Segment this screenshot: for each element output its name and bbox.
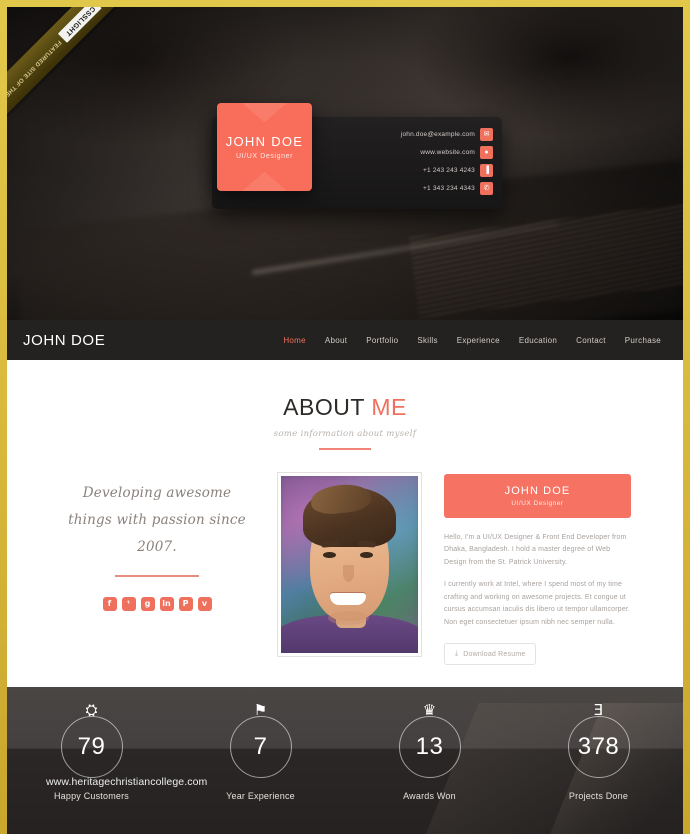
- counter-projects-done: Ǝ 378 Projects Done: [514, 687, 683, 834]
- download-icon: ⤓: [455, 650, 459, 658]
- card-contact-row: +1 343 234 4343 ✆: [401, 181, 493, 196]
- counters-row: ⛭ 79 Happy Customers ⚑ 7 Year Experience…: [7, 687, 683, 834]
- counter-label: Projects Done: [568, 791, 629, 801]
- about-columns: Developing awesome things with passion s…: [7, 472, 683, 666]
- nav-item-contact[interactable]: Contact: [576, 336, 606, 345]
- site-brand[interactable]: JOHN DOE: [23, 332, 105, 349]
- card-website-text: www.website.com: [420, 149, 475, 156]
- photo-nose: [342, 564, 354, 583]
- name-banner-name: JOHN DOE: [504, 485, 571, 497]
- nav-item-about[interactable]: About: [325, 336, 347, 345]
- nav-menu: Home About Portfolio Skills Experience E…: [283, 336, 667, 345]
- name-banner-role: UI/UX Designer: [511, 500, 564, 507]
- section-divider: [319, 448, 371, 450]
- card-contact-row: john.doe@example.com ✉: [401, 127, 493, 142]
- twitter-icon[interactable]: ᵗ: [121, 597, 136, 611]
- nav-item-home[interactable]: Home: [283, 336, 306, 345]
- card-mobile-text: +1 243 243 4243: [423, 167, 475, 174]
- envelope-icon: ✉: [480, 128, 493, 141]
- main-navbar: JOHN DOE Home About Portfolio Skills Exp…: [7, 320, 683, 360]
- about-tagline: Developing awesome things with passion s…: [68, 485, 246, 555]
- counter-value: 13: [415, 733, 444, 760]
- counter-value: 79: [77, 733, 106, 760]
- download-resume-label: Download Resume: [463, 650, 526, 658]
- counter-awards-won: ♛ 13 Awards Won: [345, 687, 514, 834]
- bio-paragraph-1: Hello, I'm a UI/UX Designer & Front End …: [444, 534, 627, 566]
- about-section: ABOUT ME some information about myself D…: [7, 360, 683, 687]
- nav-item-skills[interactable]: Skills: [417, 336, 437, 345]
- download-resume-button[interactable]: ⤓ Download Resume: [444, 643, 537, 666]
- nav-item-portfolio[interactable]: Portfolio: [366, 336, 398, 345]
- section-title: ABOUT ME: [7, 394, 683, 421]
- page-frame: FEATURED SITE OF THE DAY CSSLIGHT JOHN D…: [0, 0, 690, 834]
- about-right-column: JOHN DOE UI/UX Designer Hello, I'm a UI/…: [444, 472, 631, 666]
- photo-smile: [330, 592, 366, 606]
- counter-circle: 13: [398, 716, 461, 778]
- tagline-divider: [115, 575, 199, 577]
- linkedin-icon[interactable]: in: [159, 597, 174, 611]
- business-card-front: JOHN DOE UI/UX Designer: [217, 103, 312, 191]
- card-phone-text: +1 343 234 4343: [423, 185, 475, 192]
- mobile-icon: ▐: [480, 164, 493, 177]
- profile-photo-frame: [277, 472, 422, 657]
- counter-happy-customers: ⛭ 79 Happy Customers: [7, 687, 176, 834]
- card-contact-row: +1 243 243 4243 ▐: [401, 163, 493, 178]
- facebook-icon[interactable]: f: [102, 597, 117, 611]
- section-subtitle: some information about myself: [273, 429, 417, 439]
- social-links: f ᵗ g in P v: [59, 597, 255, 611]
- photo-chin: [327, 610, 369, 625]
- counter-circle: 7: [229, 716, 292, 778]
- bio-paragraph-2: I currently work at Intel, where I spend…: [444, 581, 630, 626]
- counter-circle: 378: [567, 716, 630, 778]
- profile-photo: [281, 476, 418, 653]
- section-title-accent: ME: [371, 394, 407, 420]
- counter-label: Year Experience: [226, 791, 295, 801]
- nav-item-experience[interactable]: Experience: [457, 336, 500, 345]
- hero-banner: FEATURED SITE OF THE DAY CSSLIGHT JOHN D…: [7, 7, 683, 320]
- pinterest-icon[interactable]: P: [178, 597, 193, 611]
- counter-year-experience: ⚑ 7 Year Experience: [176, 687, 345, 834]
- card-contact-row: www.website.com ●: [401, 145, 493, 160]
- page-root: FEATURED SITE OF THE DAY CSSLIGHT JOHN D…: [7, 7, 683, 834]
- card-role: UI/UX Designer: [235, 153, 294, 160]
- nav-item-purchase[interactable]: Purchase: [625, 336, 661, 345]
- counter-value: 378: [577, 733, 620, 760]
- globe-icon: ●: [480, 146, 493, 159]
- vimeo-icon[interactable]: v: [197, 597, 212, 611]
- counters-section: ⛭ 79 Happy Customers ⚑ 7 Year Experience…: [7, 687, 683, 834]
- business-card: JOHN DOE UI/UX Designer john.doe@example…: [212, 103, 502, 209]
- about-left-column: Developing awesome things with passion s…: [59, 472, 255, 611]
- counter-circle: 79: [60, 716, 123, 778]
- card-name: JOHN DOE: [225, 134, 304, 149]
- card-email-text: john.doe@example.com: [400, 131, 475, 138]
- section-title-main: ABOUT: [283, 394, 372, 420]
- counter-label: Awards Won: [403, 791, 456, 801]
- nav-item-education[interactable]: Education: [519, 336, 557, 345]
- google-plus-icon[interactable]: g: [140, 597, 155, 611]
- card-contact-list: john.doe@example.com ✉ www.website.com ●…: [401, 127, 493, 196]
- phone-icon: ✆: [480, 182, 493, 195]
- name-banner: JOHN DOE UI/UX Designer: [444, 474, 631, 518]
- counter-label: Happy Customers: [53, 791, 130, 801]
- counter-value: 7: [253, 733, 268, 760]
